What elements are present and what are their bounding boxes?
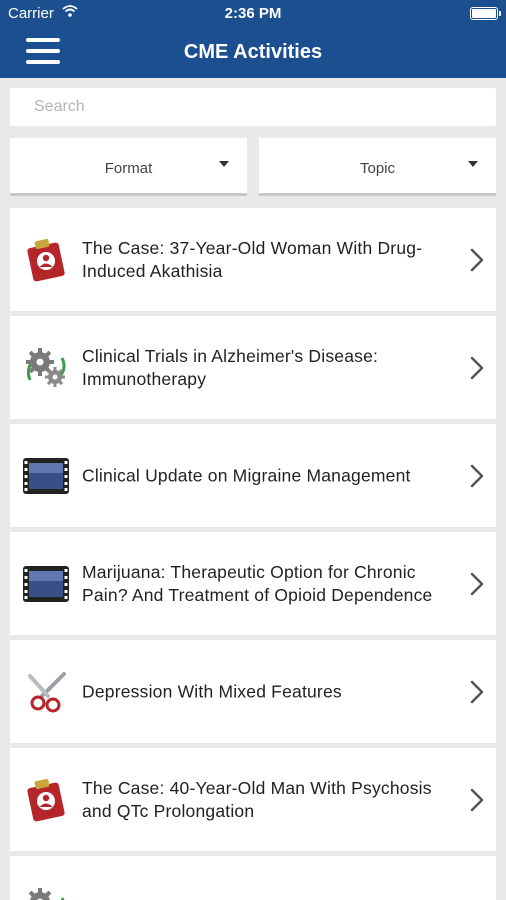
scissors-icon <box>22 668 70 716</box>
activity-title: Clinical Update on Migraine Management <box>82 465 411 485</box>
chevron-right-icon <box>470 248 484 272</box>
search-bar <box>10 88 496 126</box>
activity-title: Depression With Mixed Features <box>82 681 342 701</box>
gears-icon <box>22 884 70 900</box>
list-item[interactable]: Marijuana: Therapeutic Option for Chroni… <box>10 532 496 635</box>
video-film-icon <box>22 560 70 608</box>
chevron-right-icon <box>470 788 484 812</box>
activity-title: Clinical Trials in Alzheimer's Disease: … <box>82 345 379 389</box>
case-file-icon <box>22 776 70 824</box>
chevron-right-icon <box>470 356 484 380</box>
battery-icon <box>470 7 501 20</box>
list-item[interactable]: Clinical Update on Migraine Management <box>10 424 496 527</box>
chevron-right-icon <box>470 464 484 488</box>
format-dropdown-label: Format <box>104 160 153 177</box>
dropdown-arrow-icon <box>219 161 229 167</box>
activity-title: The Case: 37-Year-Old Woman With Drug-In… <box>82 237 423 281</box>
list-item[interactable] <box>10 856 496 900</box>
list-item[interactable]: The Case: 40-Year-Old Man With Psychosis… <box>10 748 496 851</box>
nav-bar: CME Activities <box>0 28 506 78</box>
activity-title: Marijuana: Therapeutic Option for Chroni… <box>82 561 433 605</box>
video-film-icon <box>22 452 70 500</box>
format-dropdown[interactable]: Format <box>10 138 247 196</box>
gears-icon <box>22 344 70 392</box>
topic-dropdown[interactable]: Topic <box>259 138 496 196</box>
clock: 2:36 PM <box>224 5 282 22</box>
list-item[interactable]: Depression With Mixed Features <box>10 640 496 743</box>
dropdown-arrow-icon <box>468 161 478 167</box>
chevron-right-icon <box>470 680 484 704</box>
page-title: CME Activities <box>183 41 323 63</box>
list-item[interactable]: The Case: 37-Year-Old Woman With Drug-In… <box>10 208 496 311</box>
search-input[interactable] <box>10 88 496 126</box>
activity-title: The Case: 40-Year-Old Man With Psychosis… <box>82 777 432 821</box>
case-file-icon <box>22 236 70 284</box>
chevron-right-icon <box>470 572 484 596</box>
topic-dropdown-label: Topic <box>359 160 396 177</box>
list-item[interactable]: Clinical Trials in Alzheimer's Disease: … <box>10 316 496 419</box>
status-bar: Carrier 2:36 PM <box>0 0 506 28</box>
